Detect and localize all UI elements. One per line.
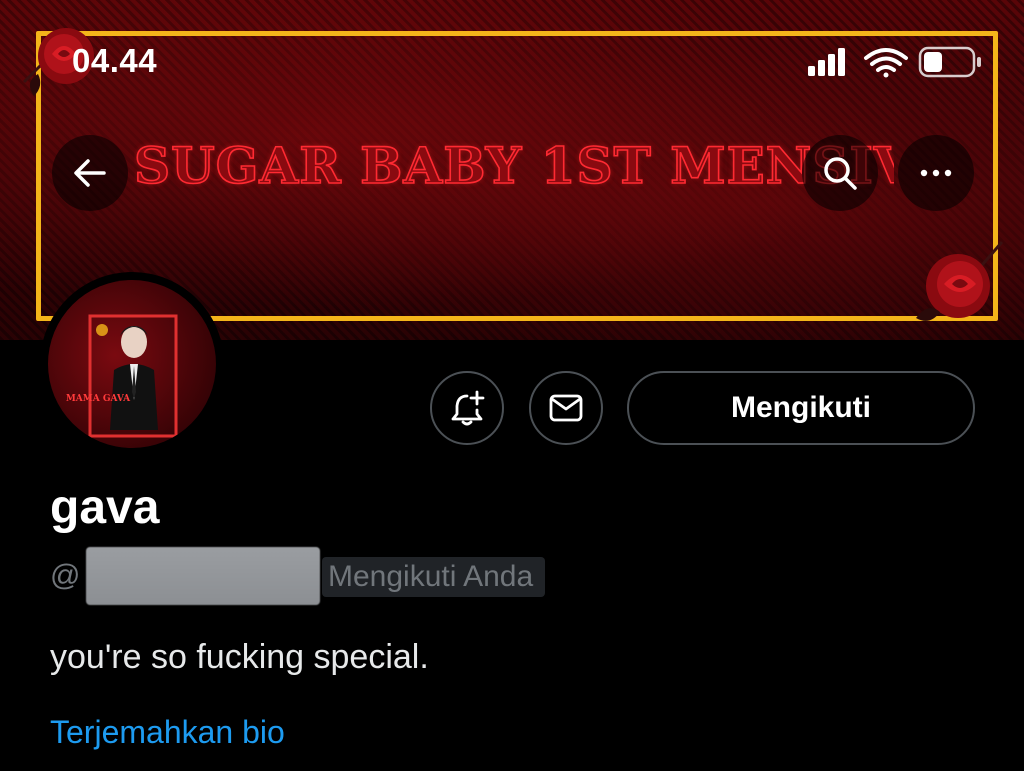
signal-icon [808, 48, 845, 76]
status-icons [808, 46, 981, 78]
battery-icon [918, 46, 981, 78]
translate-bio-link[interactable]: Terjemahkan bio [50, 714, 285, 751]
notifications-button[interactable] [430, 371, 504, 445]
avatar-caption: MAMA GAVA [65, 394, 131, 404]
wifi-icon [864, 48, 908, 78]
handle-row: @ Mengikuti Anda [50, 547, 610, 605]
bell-plus-icon [451, 390, 485, 426]
message-button[interactable] [529, 371, 603, 445]
banner-headline: SUGAR BABY 1ST MENSIVE [134, 135, 894, 196]
avatar[interactable]: MAMA GAVA [40, 272, 224, 456]
handle-prefix: @ [50, 559, 81, 592]
follows-you-badge: Mengikuti Anda [322, 557, 546, 597]
status-time: 04.44 [72, 42, 158, 79]
more-options-button[interactable] [898, 135, 974, 211]
avatar-image: MAMA GAVA [48, 280, 216, 448]
display-name: gava [50, 481, 160, 534]
search-icon [824, 157, 857, 190]
more-icon [920, 169, 952, 177]
following-button[interactable]: Mengikuti [627, 371, 975, 445]
handle-redacted [86, 547, 320, 605]
bio-text: you're so fucking special. [50, 638, 429, 676]
rose-decoration [916, 241, 1004, 321]
mail-icon [549, 394, 583, 422]
back-arrow-icon [74, 159, 106, 187]
search-button[interactable] [802, 135, 878, 211]
avatar-artwork [88, 314, 178, 438]
back-button[interactable] [52, 135, 128, 211]
